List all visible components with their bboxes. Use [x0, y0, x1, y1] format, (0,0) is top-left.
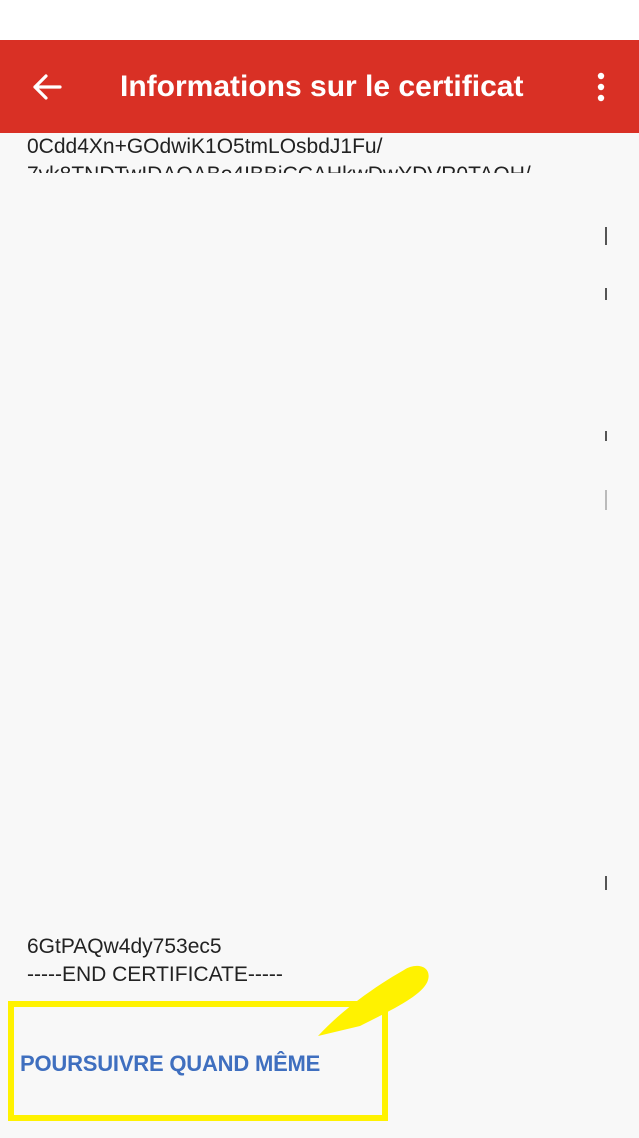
app-bar: Informations sur le certificat: [0, 40, 639, 133]
arrow-left-icon: [33, 74, 62, 100]
scroll-marker: [605, 227, 607, 245]
certificate-end-marker: -----END CERTIFICATE-----: [27, 963, 283, 986]
scroll-marker: [605, 288, 607, 300]
certificate-content[interactable]: 0Cdd4Xn+GOdwiK1O5tmLOsbdJ1Fu/ 7vk8TNDTwI…: [0, 133, 639, 1138]
certificate-line: 7vk8TNDTwIDAQABo4IBBjCCAHkwDwYDVR0TAQH/: [27, 161, 607, 173]
status-bar: [0, 0, 639, 40]
certificate-line: 0Cdd4Xn+GOdwiK1O5tmLOsbdJ1Fu/: [27, 135, 383, 158]
scroll-marker: [605, 876, 607, 890]
certificate-line: 6GtPAQw4dy753ec5: [27, 935, 222, 958]
certificate-text-top: 0Cdd4Xn+GOdwiK1O5tmLOsbdJ1Fu/ 7vk8TNDTwI…: [27, 133, 607, 173]
scroll-marker: [605, 490, 607, 510]
back-button[interactable]: [22, 62, 72, 112]
proceed-anyway-button[interactable]: POURSUIVRE QUAND MÊME: [20, 1051, 320, 1077]
overflow-menu-button[interactable]: [578, 62, 624, 112]
certificate-text-bottom: 6GtPAQw4dy753ec5 -----END CERTIFICATE---…: [27, 933, 283, 989]
more-vert-icon: [597, 72, 605, 102]
scroll-marker: [605, 431, 607, 441]
page-title: Informations sur le certificat: [120, 70, 524, 103]
